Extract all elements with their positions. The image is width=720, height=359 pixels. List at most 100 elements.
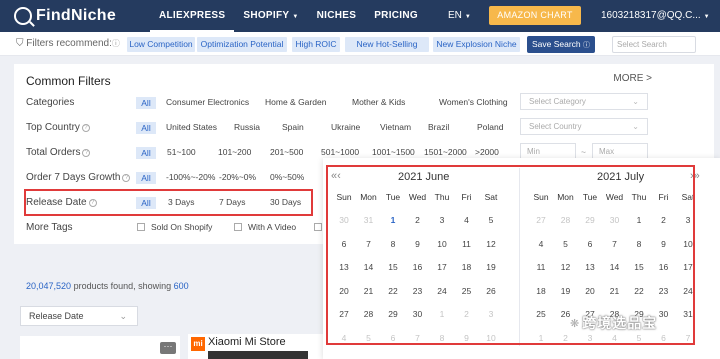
nav-pricing[interactable]: PRICING <box>365 0 427 32</box>
with-a-video-checkbox[interactable] <box>234 223 242 231</box>
top-nav-bar: FindNiche ALIEXPRESS SHOPIFY ▼ NICHES PRI… <box>0 0 720 32</box>
user-account-menu[interactable]: 1603218317@QQ.C... ▼ <box>601 10 710 21</box>
orders-option[interactable]: 501~1000 <box>321 147 359 157</box>
total-orders-label: Total Orders? <box>26 147 91 158</box>
country-option[interactable]: Vietnam <box>380 122 411 132</box>
category-option[interactable]: Home & Garden <box>265 97 326 107</box>
nav-aliexpress[interactable]: ALIEXPRESS <box>150 0 235 32</box>
store-logo: mi <box>191 337 205 351</box>
tag-checkbox[interactable] <box>314 223 322 231</box>
product-card[interactable] <box>20 336 180 359</box>
category-option[interactable]: Mother & Kids <box>352 97 405 107</box>
orders-option[interactable]: >2000 <box>475 147 499 157</box>
nav-pricing-label: PRICING <box>374 10 418 21</box>
help-icon: ⓘ <box>583 42 591 49</box>
total-orders-text: Total Orders <box>26 147 81 158</box>
sold-on-shopify-checkbox[interactable] <box>137 223 145 231</box>
orders-option[interactable]: 201~500 <box>270 147 303 157</box>
wechat-icon: ❋ <box>570 317 580 330</box>
select-search-dropdown[interactable]: Select Search <box>612 36 696 53</box>
category-option[interactable]: Consumer Electronics <box>166 97 249 107</box>
country-option[interactable]: Ukraine <box>331 122 360 132</box>
growth-option[interactable]: -20%~0% <box>219 172 256 182</box>
range-separator: ~ <box>581 147 586 157</box>
results-showing: 600 <box>173 281 189 291</box>
chevron-down-icon: ▼ <box>292 14 299 20</box>
logo[interactable]: FindNiche <box>14 7 144 25</box>
language-selector[interactable]: EN ▼ <box>448 10 471 21</box>
sold-on-shopify-label: Sold On Shopify <box>151 222 213 232</box>
orders-option[interactable]: 1501~2000 <box>424 147 467 157</box>
release-date-highlight <box>24 189 313 216</box>
amazon-chart-button[interactable]: AMAZON CHART <box>489 6 581 25</box>
country-option[interactable]: United States <box>166 122 217 132</box>
nav-shopify-label: SHOPIFY <box>243 10 290 21</box>
orders-option[interactable]: 51~100 <box>167 147 196 157</box>
categories-label: Categories <box>26 97 75 108</box>
categories-all[interactable]: All <box>136 97 156 109</box>
language-label: EN <box>448 10 462 21</box>
chip-new-hot-selling[interactable]: New Hot-Selling <box>345 37 429 52</box>
results-summary: 20,047,520 products found, showing 600 <box>26 281 189 291</box>
chip-optimization-potential[interactable]: Optimization Potential <box>197 37 287 52</box>
country-all[interactable]: All <box>136 122 156 134</box>
filters-recommend-label: ⛉ Filters recommend:ⓘ <box>16 38 120 49</box>
search-logo-icon <box>14 7 32 25</box>
filters-recommend-text: Filters recommend: <box>26 38 112 49</box>
filter-icon: ⛉ <box>16 38 24 49</box>
recommended-filters-bar: ⛉ Filters recommend:ⓘ Low Competition Op… <box>0 32 720 56</box>
logo-text: FindNiche <box>36 7 117 24</box>
results-count: 20,047,520 <box>26 281 72 291</box>
chevron-down-icon: ▼ <box>464 14 471 20</box>
watermark: ❋ 跨境选品宝 <box>570 313 657 333</box>
select-category-dropdown[interactable]: Select Category ⌄ <box>520 93 648 110</box>
nav-niches-label: NICHES <box>316 10 357 21</box>
sort-label: Release Date <box>29 311 84 321</box>
growth-option[interactable]: -100%~-20% <box>166 172 215 182</box>
order-growth-text: Order 7 Days Growth <box>26 172 121 183</box>
more-filters-link[interactable]: MORE > <box>613 73 652 84</box>
save-search-button[interactable]: Save Search ⓘ <box>527 36 595 53</box>
more-options-icon[interactable]: ··· <box>160 342 176 354</box>
order-growth-label: Order 7 Days Growth? <box>26 172 131 183</box>
country-option[interactable]: Poland <box>477 122 503 132</box>
country-option[interactable]: Spain <box>282 122 304 132</box>
chevron-down-icon: ⌄ <box>632 122 639 131</box>
country-option[interactable]: Russia <box>234 122 260 132</box>
nav-shopify[interactable]: SHOPIFY ▼ <box>234 0 307 32</box>
growth-all[interactable]: All <box>136 172 156 184</box>
growth-option[interactable]: 0%~50% <box>270 172 304 182</box>
help-icon: ⓘ <box>111 39 120 48</box>
with-a-video-label: With A Video <box>248 222 297 232</box>
chip-high-roic[interactable]: High ROIC <box>292 37 340 52</box>
top-country-text: Top Country <box>26 122 80 133</box>
chevron-down-icon: ⌄ <box>632 97 639 106</box>
orders-option[interactable]: 1001~1500 <box>372 147 415 157</box>
results-text: products found, showing <box>73 281 172 291</box>
chip-low-competition[interactable]: Low Competition <box>127 37 195 52</box>
help-icon: ? <box>81 124 90 132</box>
select-country-placeholder: Select Country <box>529 122 582 131</box>
nav-niches[interactable]: NICHES <box>308 0 366 32</box>
help-icon: ? <box>122 174 131 182</box>
chevron-down-icon: ▼ <box>703 14 710 20</box>
select-country-dropdown[interactable]: Select Country ⌄ <box>520 118 648 135</box>
orders-all[interactable]: All <box>136 147 156 159</box>
country-option[interactable]: Brazil <box>428 122 449 132</box>
save-search-label: Save Search <box>531 39 581 49</box>
select-category-placeholder: Select Category <box>529 97 586 106</box>
help-icon: ? <box>82 149 91 157</box>
sort-dropdown[interactable]: Release Date ⌄ <box>20 306 138 326</box>
chevron-down-icon: ⌄ <box>119 311 127 321</box>
orders-option[interactable]: 101~200 <box>218 147 251 157</box>
nav-aliexpress-label: ALIEXPRESS <box>159 10 226 21</box>
store-name[interactable]: Xiaomi Mi Store <box>208 336 286 348</box>
user-email: 1603218317@QQ.C... <box>601 10 701 21</box>
product-image <box>208 351 308 359</box>
more-tags-label: More Tags <box>26 222 73 233</box>
watermark-text: 跨境选品宝 <box>582 315 658 331</box>
common-filters-title: Common Filters <box>26 74 111 88</box>
category-option[interactable]: Women's Clothing <box>439 97 508 107</box>
top-country-label: Top Country? <box>26 122 90 133</box>
chip-new-explosion-niche[interactable]: New Explosion Niche <box>433 37 520 52</box>
